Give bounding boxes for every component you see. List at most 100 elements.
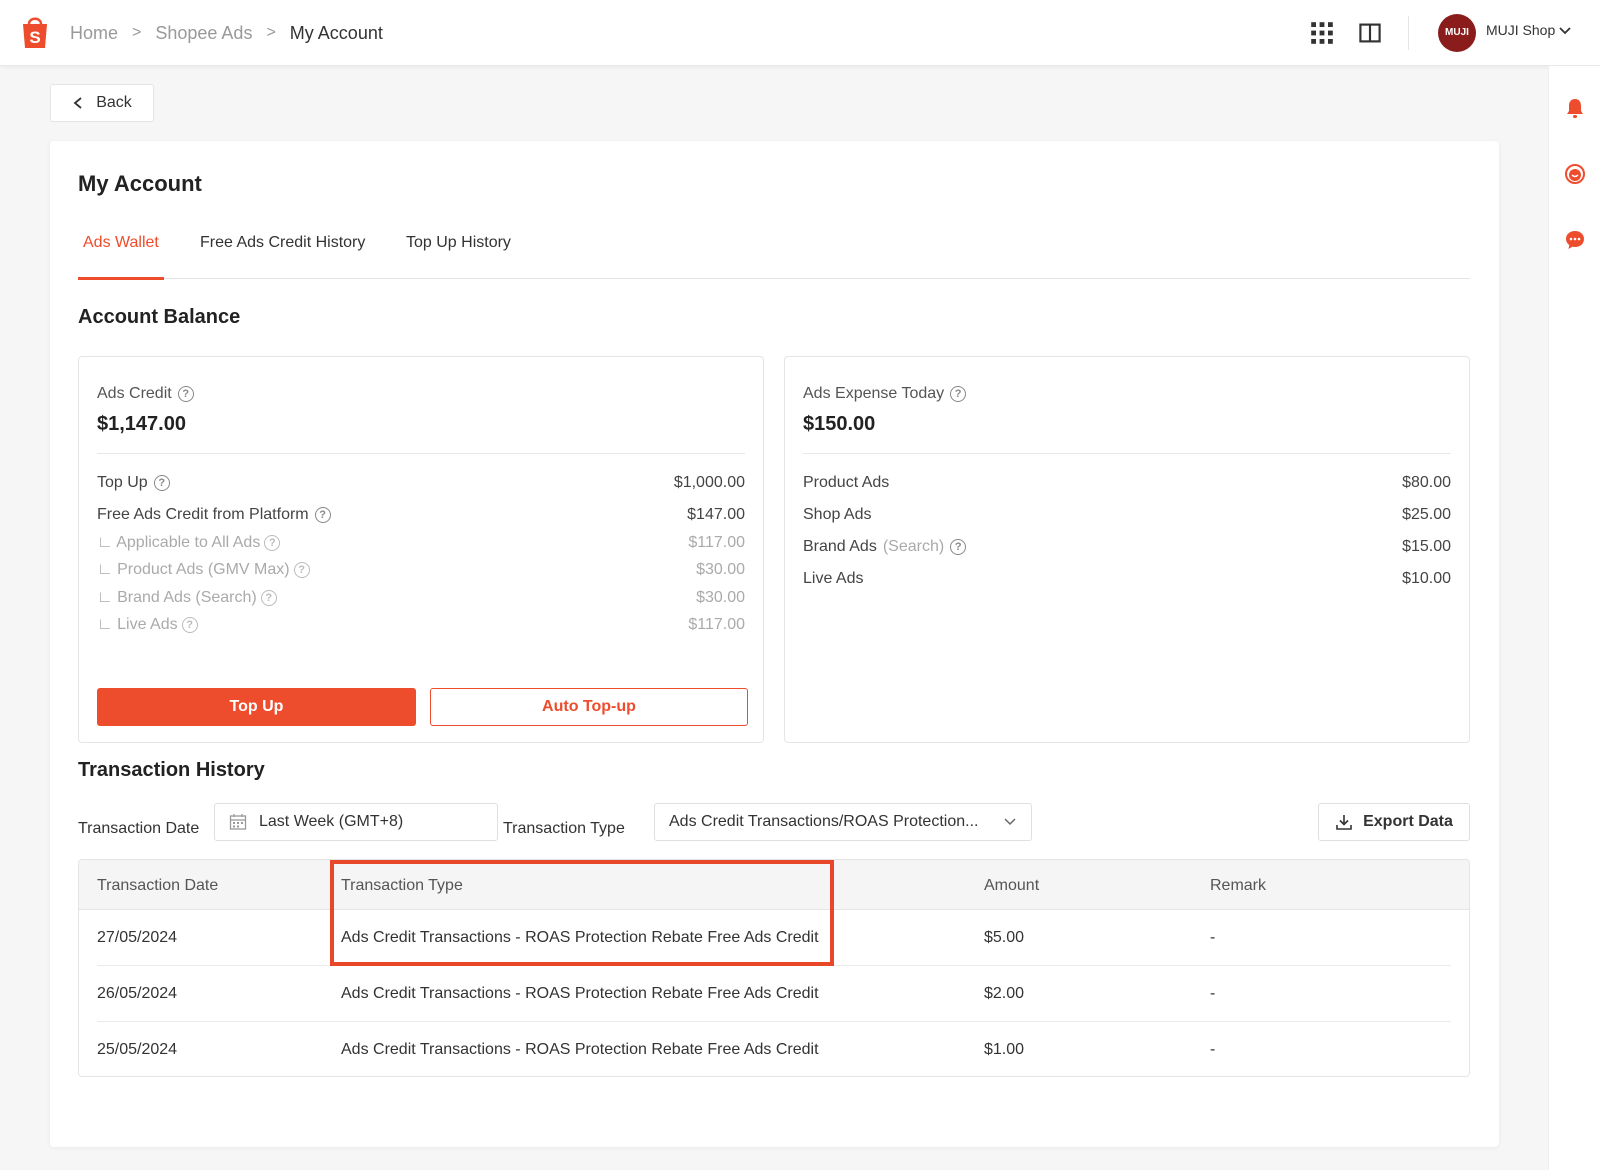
divider	[97, 453, 745, 454]
ads-expense-panel: Ads Expense Today ? $150.00 Product Ads …	[784, 356, 1470, 743]
help-icon[interactable]: ?	[153, 475, 170, 491]
support-agent-icon[interactable]	[1563, 162, 1587, 186]
ads-expense-value: $150.00	[803, 413, 876, 435]
highlight-annotation-box	[330, 860, 834, 966]
shopee-logo-icon[interactable]: S	[18, 14, 52, 50]
book-icon[interactable]	[1358, 21, 1382, 45]
row-date: 26/05/2024	[97, 985, 178, 1002]
expense-label: Shop Ads	[803, 506, 872, 523]
help-icon[interactable]: ?	[950, 539, 967, 555]
transaction-history-title: Transaction History	[78, 759, 265, 781]
transaction-date-value: Last Week (GMT+8)	[259, 813, 404, 830]
expense-value: $80.00	[1402, 474, 1451, 491]
chat-icon[interactable]	[1563, 228, 1587, 252]
sub-credit-value: $117.00	[688, 616, 745, 633]
avatar[interactable]: MUJI	[1438, 14, 1476, 52]
expense-label-suffix: (Search)	[882, 538, 945, 555]
table-row[interactable]: 25/05/2024 Ads Credit Transactions - ROA…	[79, 1022, 1469, 1076]
export-data-label: Export Data	[1363, 813, 1453, 830]
expense-label: Live Ads	[803, 570, 864, 587]
sub-credit-label: ∟ Brand Ads (Search)	[97, 589, 257, 606]
ads-credit-value: $1,147.00	[97, 413, 186, 435]
expense-label: Brand Ads	[803, 538, 877, 555]
top-bar: S Home > Shopee Ads > My Account MUJI MU…	[0, 0, 1600, 66]
row-amount: $5.00	[984, 929, 1025, 946]
transaction-date-picker[interactable]: Last Week (GMT+8)	[214, 803, 498, 841]
help-icon[interactable]: ?	[181, 617, 198, 633]
apps-grid-icon[interactable]	[1310, 21, 1334, 45]
row-type: Ads Credit Transactions - ROAS Protectio…	[341, 985, 819, 1002]
help-icon[interactable]: ?	[293, 562, 310, 578]
row-remark: -	[1210, 1041, 1216, 1058]
column-header[interactable]: Transaction Date	[97, 877, 218, 895]
row-remark: -	[1210, 985, 1216, 1002]
account-balance-title: Account Balance	[78, 306, 241, 328]
help-icon[interactable]: ?	[314, 507, 331, 523]
ads-expense-label-text: Ads Expense Today	[803, 385, 945, 402]
divider	[1408, 16, 1409, 50]
account-card: My Account Ads Wallet Free Ads Credit Hi…	[50, 141, 1499, 1147]
sub-credit-value: $30.00	[696, 589, 745, 606]
page-title: My Account	[78, 171, 202, 196]
expense-label: Product Ads	[803, 474, 890, 491]
export-data-button[interactable]: Export Data	[1318, 803, 1470, 841]
breadcrumb-home[interactable]: Home	[70, 23, 118, 44]
sub-credit-row: ∟ Product Ads (GMV Max)? $30.00	[97, 558, 745, 582]
table-row[interactable]: 26/05/2024 Ads Credit Transactions - ROA…	[79, 966, 1469, 1022]
sub-credit-label: ∟ Live Ads	[97, 616, 178, 633]
expense-value: $15.00	[1402, 538, 1451, 555]
free-credit-value: $147.00	[687, 506, 745, 523]
row-date: 25/05/2024	[97, 1041, 178, 1058]
svg-text:S: S	[29, 28, 40, 47]
back-button[interactable]: Back	[50, 84, 154, 122]
breadcrumb-shopee-ads[interactable]: Shopee Ads	[155, 23, 252, 44]
row-amount: $1.00	[984, 1041, 1025, 1058]
sub-credit-label: ∟ Applicable to All Ads	[97, 534, 261, 551]
top-up-value: $1,000.00	[673, 474, 745, 491]
top-up-button[interactable]: Top Up	[97, 688, 416, 726]
expense-row: Brand Ads (Search) ? $15.00	[803, 535, 1451, 559]
breadcrumb: Home > Shopee Ads > My Account	[70, 0, 383, 66]
sub-credit-value: $117.00	[688, 534, 745, 551]
sub-credit-label: ∟ Product Ads (GMV Max)	[97, 561, 290, 578]
row-remark: -	[1210, 929, 1216, 946]
sub-credit-row: ∟ Brand Ads (Search)? $30.00	[97, 586, 745, 610]
help-icon[interactable]: ?	[950, 386, 967, 402]
free-credit-label: Free Ads Credit from Platform	[97, 506, 309, 523]
ads-credit-label-text: Ads Credit	[97, 385, 172, 402]
row-type: Ads Credit Transactions - ROAS Protectio…	[341, 1041, 819, 1058]
tab-bar: Ads Wallet Free Ads Credit History Top U…	[78, 221, 1470, 280]
top-up-row: Top Up? $1,000.00	[97, 471, 745, 495]
expense-row: Live Ads $10.00	[803, 567, 1451, 591]
chevron-left-icon	[73, 97, 82, 109]
tab-top-up-history[interactable]: Top Up History	[406, 221, 511, 279]
chevron-right-icon: >	[266, 24, 276, 41]
breadcrumb-current: My Account	[289, 22, 383, 43]
expense-row: Product Ads $80.00	[803, 471, 1451, 495]
chevron-down-icon[interactable]	[1558, 24, 1572, 38]
chevron-right-icon: >	[132, 24, 142, 41]
column-header[interactable]: Amount	[984, 877, 1039, 895]
auto-top-up-button[interactable]: Auto Top-up	[430, 688, 748, 726]
transaction-type-value: Ads Credit Transactions/ROAS Protection.…	[669, 813, 979, 830]
expense-value: $10.00	[1402, 570, 1451, 587]
transaction-type-select[interactable]: Ads Credit Transactions/ROAS Protection.…	[654, 803, 1032, 841]
top-up-label: Top Up	[97, 474, 148, 491]
shop-name[interactable]: MUJI Shop	[1486, 22, 1555, 38]
column-header[interactable]: Remark	[1210, 877, 1266, 895]
help-icon[interactable]: ?	[177, 386, 194, 402]
ads-credit-panel: Ads Credit ? $1,147.00 Top Up? $1,000.00…	[78, 356, 764, 743]
help-icon[interactable]: ?	[264, 535, 281, 551]
tab-ads-wallet[interactable]: Ads Wallet	[78, 221, 164, 280]
row-amount: $2.00	[984, 985, 1025, 1002]
tab-free-ads-credit-history[interactable]: Free Ads Credit History	[200, 221, 365, 279]
sub-credit-row: ∟ Applicable to All Ads? $117.00	[97, 531, 745, 555]
right-rail	[1548, 66, 1600, 1170]
ads-credit-label: Ads Credit ?	[97, 385, 194, 403]
download-icon	[1336, 815, 1352, 830]
transaction-type-label: Transaction Type	[503, 820, 625, 837]
help-icon[interactable]: ?	[260, 590, 277, 606]
bell-icon[interactable]	[1563, 96, 1587, 120]
chevron-down-icon	[1004, 818, 1016, 826]
ads-expense-label: Ads Expense Today ?	[803, 385, 967, 403]
